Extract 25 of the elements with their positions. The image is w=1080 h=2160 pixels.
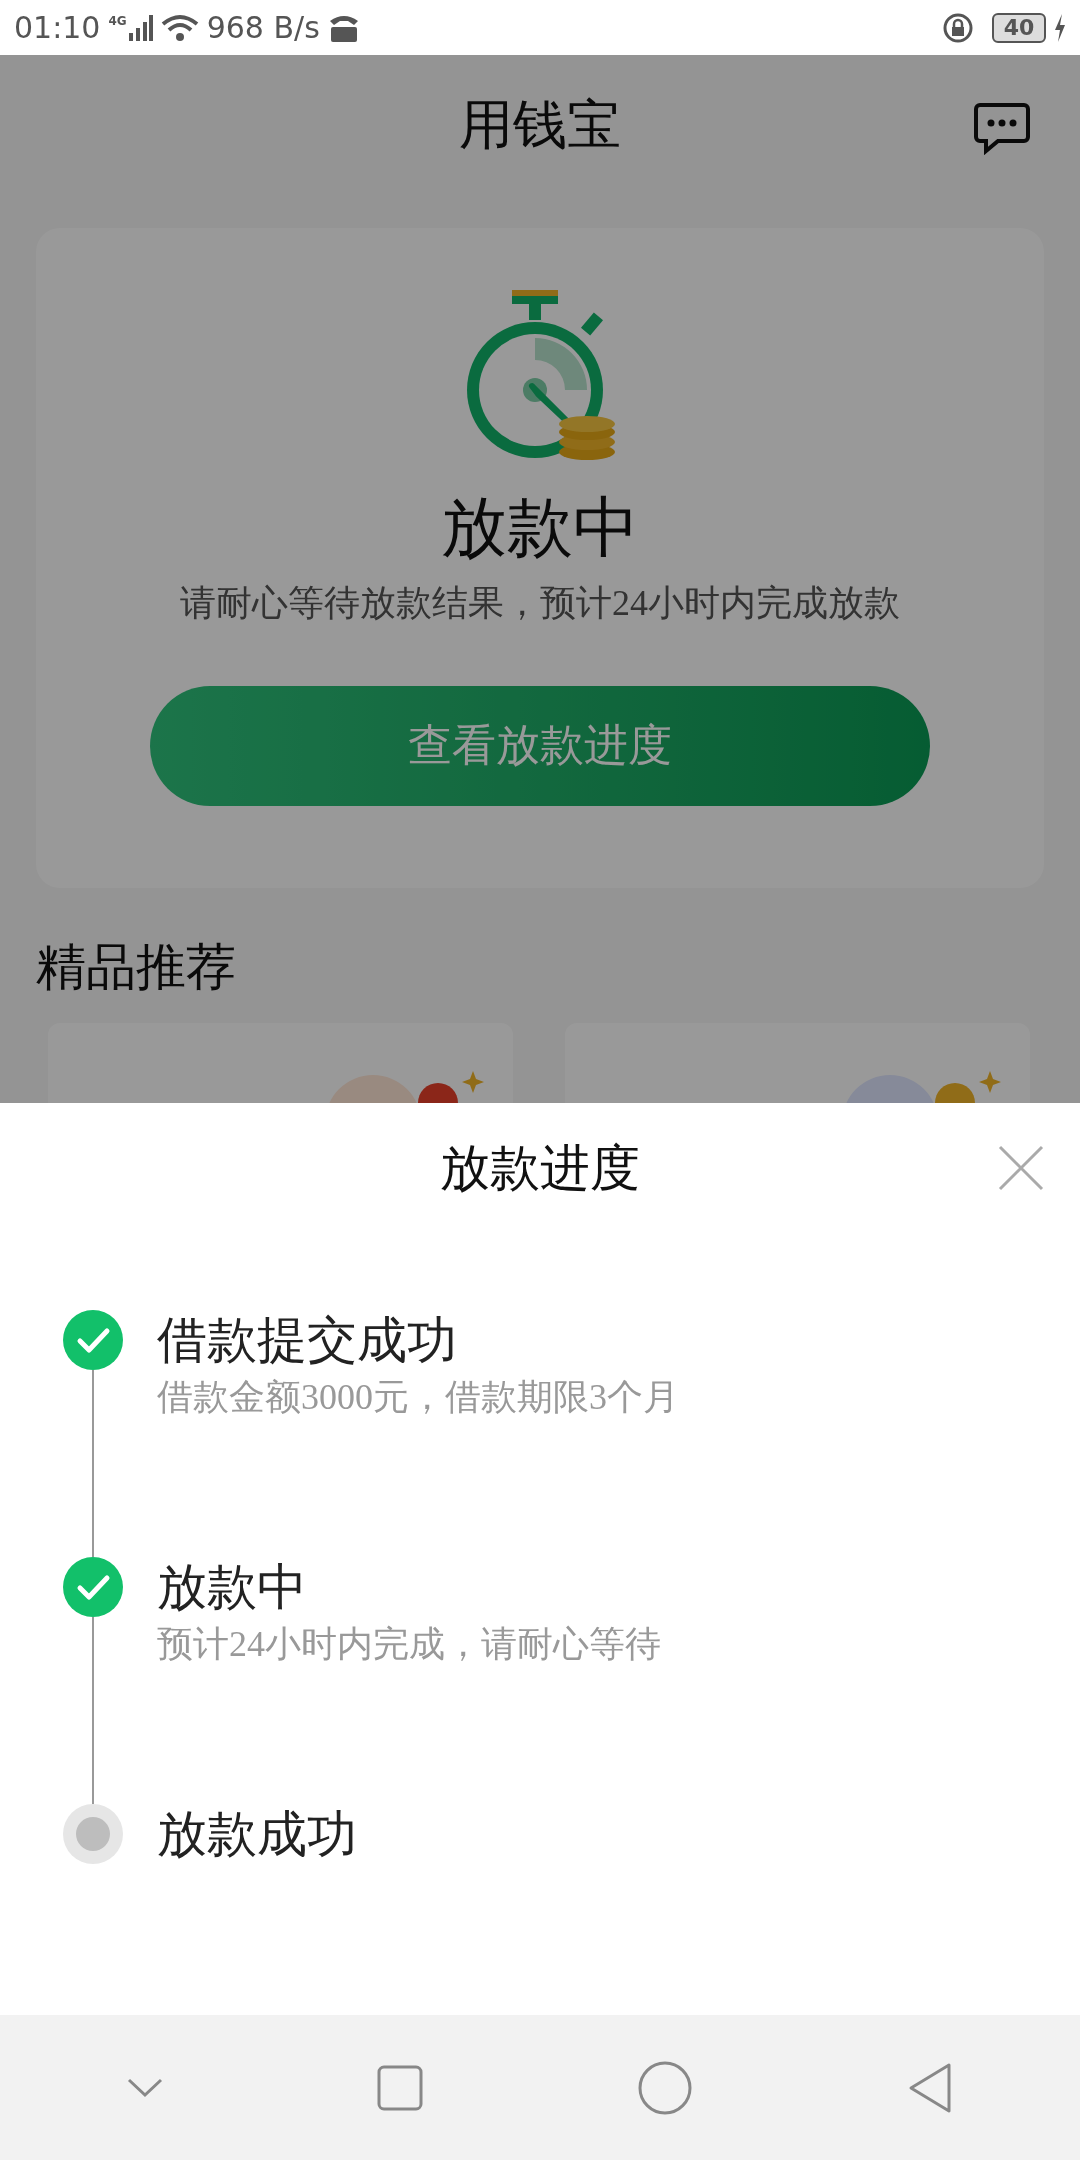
step-title: 放款成功 [157,1805,357,1864]
step-title: 放款中 [157,1558,308,1617]
collapse-icon[interactable] [127,2077,163,2098]
step-subtitle: 预计24小时内完成，请耐心等待 [157,1623,661,1666]
page-title: 用钱宝 [459,93,621,157]
battery-indicator: 40 [992,12,1046,43]
network-speed: 968 B/s [206,9,320,47]
step-subtitle: 借款金额3000元，借款期限3个月 [157,1376,679,1419]
rotation-lock-icon [942,11,974,44]
home-icon[interactable] [637,2059,693,2116]
progress-button[interactable]: 查看放款进度 [150,686,930,806]
signal-icon [128,14,153,41]
network-type: 4G [108,14,127,27]
clock-time: 01:10 [14,9,101,47]
message-icon[interactable] [974,101,1030,155]
section-title: 精品推荐 [36,938,237,997]
sheet-title: 放款进度 [440,1138,640,1198]
status-title: 放款中 [441,490,639,566]
step-title: 借款提交成功 [157,1311,458,1370]
recents-icon[interactable] [377,2064,423,2111]
close-icon[interactable] [998,1145,1044,1191]
wifi-icon [160,13,199,42]
back-icon[interactable] [907,2061,953,2114]
charging-icon [1054,13,1066,42]
status-message: 请耐心等待放款结果，预计24小时内完成放款 [180,582,900,625]
